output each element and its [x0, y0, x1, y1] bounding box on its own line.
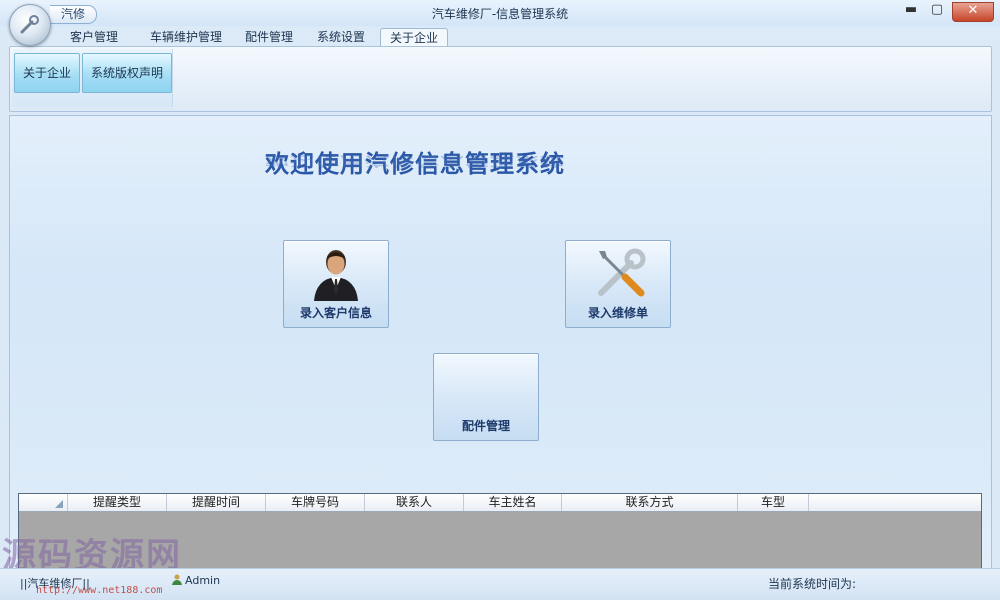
col-reminder-type[interactable]: 提醒类型: [68, 494, 167, 511]
maximize-button[interactable]: ▢: [924, 2, 950, 20]
tab-about[interactable]: 关于企业: [380, 28, 448, 47]
minimize-button[interactable]: ▬: [898, 2, 924, 20]
watermark-url: http://www.net188.com: [36, 585, 163, 596]
col-contact-info[interactable]: 联系方式: [562, 494, 738, 511]
enter-customer-label: 录入客户信息: [299, 306, 372, 320]
grid-corner[interactable]: [19, 494, 68, 511]
close-button[interactable]: ✕: [952, 2, 994, 22]
title-bar: 汽修 汽车维修厂-信息管理系统 ▬ ▢ ✕: [0, 0, 1000, 46]
window-title: 汽车维修厂-信息管理系统: [431, 7, 569, 21]
app-window: 汽修 汽车维修厂-信息管理系统 ▬ ▢ ✕ 客户管理 车辆维护管理 配件管理 系…: [0, 0, 1000, 600]
tab-customer[interactable]: 客户管理: [56, 28, 132, 46]
wrench-icon: [20, 15, 39, 34]
tab-system-settings[interactable]: 系统设置: [308, 28, 374, 46]
businessman-icon: [314, 250, 358, 301]
col-owner-name[interactable]: 车主姓名: [464, 494, 562, 511]
col-reminder-time[interactable]: 提醒时间: [167, 494, 266, 511]
col-car-model[interactable]: 车型: [738, 494, 809, 511]
col-plate-number[interactable]: 车牌号码: [266, 494, 365, 511]
parts-management-label: 配件管理: [461, 419, 510, 433]
parts-management-button[interactable]: 配件管理: [433, 353, 539, 441]
tab-parts[interactable]: 配件管理: [236, 28, 302, 46]
col-contact[interactable]: 联系人: [365, 494, 464, 511]
enter-repair-order-label: 录入维修单: [587, 306, 648, 320]
enter-repair-order-button[interactable]: 录入维修单: [565, 240, 671, 328]
tools-icon: [598, 248, 646, 297]
status-user: Admin: [172, 574, 220, 587]
app-menu-orb[interactable]: [9, 4, 51, 46]
ribbon-group-about: 关于企业 系统版权声明: [12, 49, 173, 107]
tab-vehicle-maintenance[interactable]: 车辆维护管理: [140, 28, 232, 46]
status-username: Admin: [185, 574, 221, 587]
enter-customer-button[interactable]: 录入客户信息: [283, 240, 389, 328]
about-company-button[interactable]: 关于企业: [14, 53, 80, 93]
copyright-button[interactable]: 系统版权声明: [82, 53, 172, 93]
user-icon: [172, 574, 182, 585]
ribbon-tabs: 客户管理 车辆维护管理 配件管理 系统设置 关于企业: [0, 26, 1000, 47]
welcome-title-reflection: 欢迎使用汽修信息管理系统: [265, 153, 565, 169]
grid-header: 提醒类型 提醒时间 车牌号码 联系人 车主姓名 联系方式 车型: [19, 494, 981, 512]
status-system-time: 当前系统时间为:: [768, 577, 857, 591]
main-panel: 欢迎使用汽修信息管理系统 欢迎使用汽修信息管理系统 录入客户信息 录入维修单 配…: [9, 115, 992, 570]
ribbon-panel: 关于企业 系统版权声明: [9, 46, 992, 112]
